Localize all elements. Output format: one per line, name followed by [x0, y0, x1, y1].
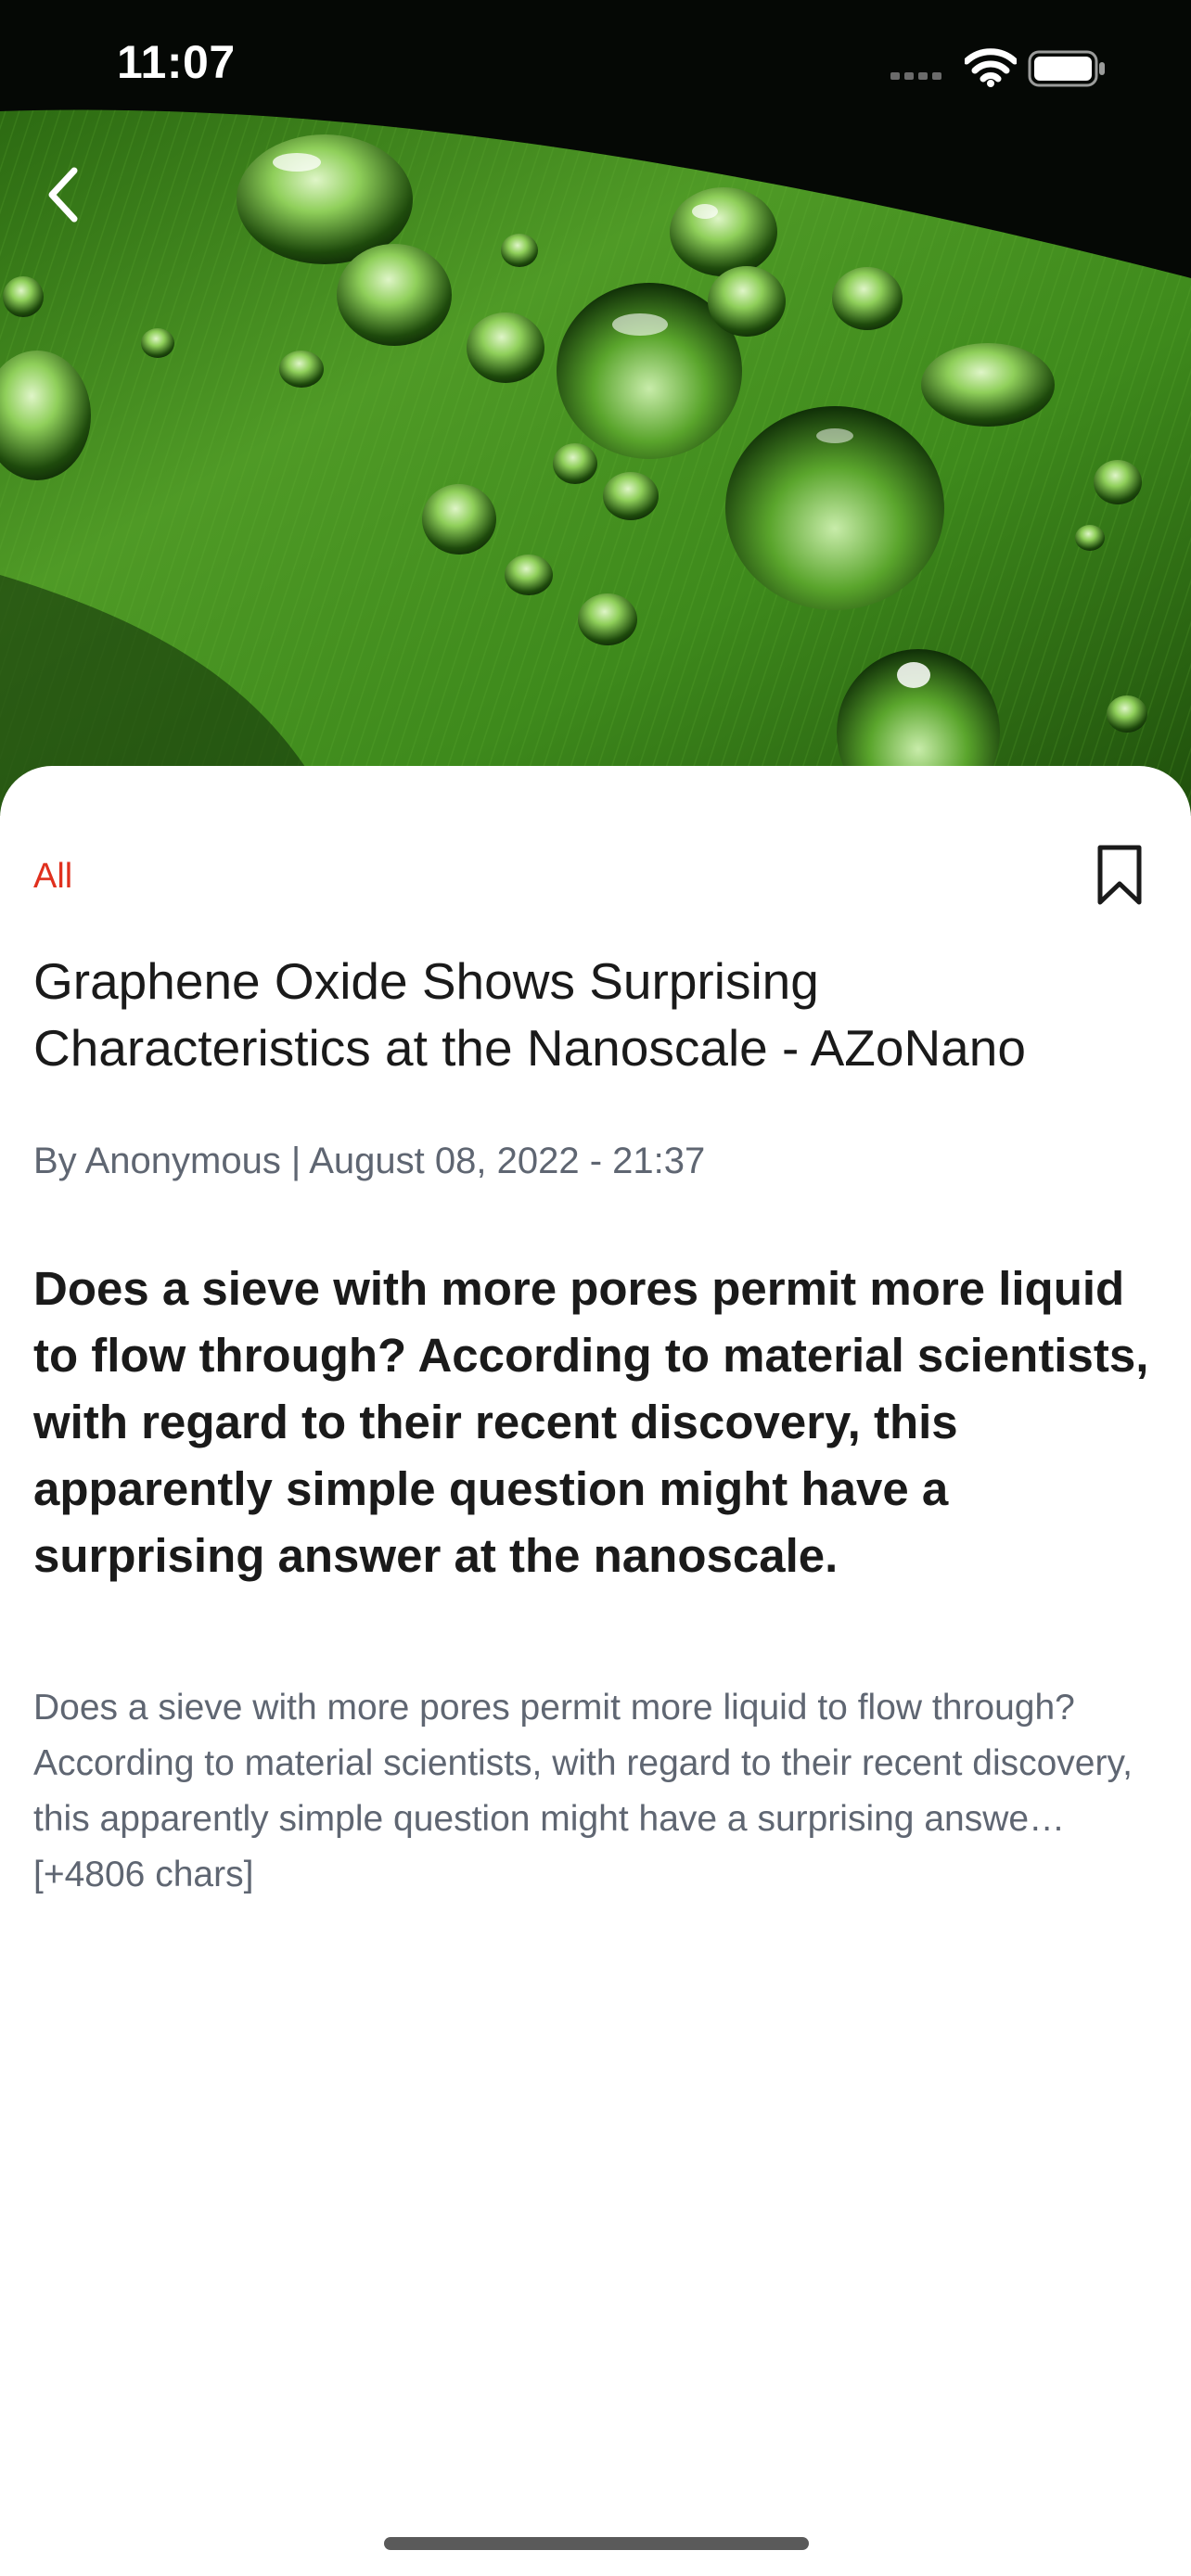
status-time: 11:07 [117, 36, 236, 88]
article-body-text: Does a sieve with more pores permit more… [33, 1688, 1133, 1894]
battery-icon [1028, 50, 1105, 87]
chevron-left-icon [48, 167, 78, 223]
cellular-signal-icon [890, 72, 941, 80]
status-bar: 11:07 [0, 0, 1191, 130]
wifi-icon [965, 48, 1017, 87]
bookmark-icon [1097, 845, 1142, 905]
article-lead-paragraph: Does a sieve with more pores permit more… [33, 1262, 1149, 1582]
article-byline: By Anonymous | August 08, 2022 - 21:37 [33, 1141, 706, 1181]
back-button[interactable] [17, 148, 109, 241]
article-content-card: All Graphene Oxide Shows Surprising Char… [0, 766, 1191, 2576]
home-indicator[interactable] [384, 2537, 809, 2550]
status-icons [890, 46, 1113, 89]
article-title: Graphene Oxide Shows Surprising Characte… [33, 952, 1026, 1077]
category-label[interactable]: All [33, 857, 72, 897]
article-detail-screen: 11:07 All Graphene Oxide Shows Surprisin… [0, 0, 1191, 2576]
bookmark-button[interactable] [1087, 838, 1152, 912]
